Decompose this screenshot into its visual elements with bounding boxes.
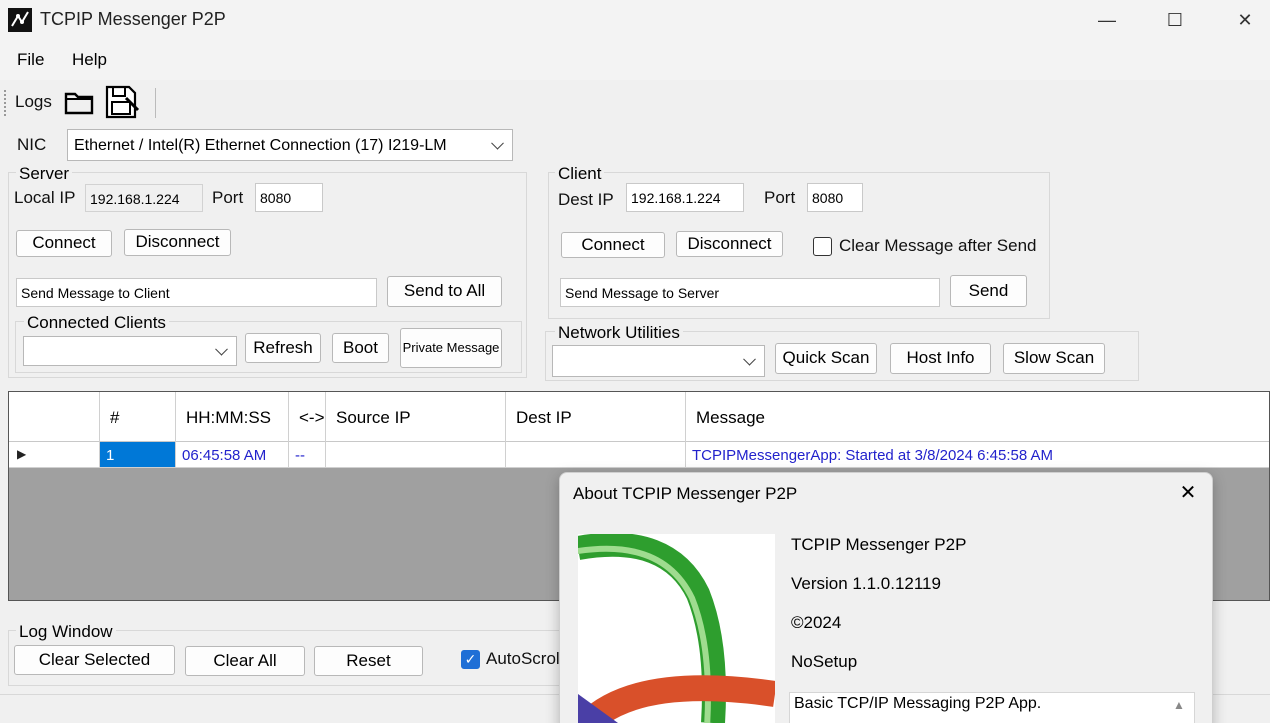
server-group-title: Server: [16, 164, 73, 184]
close-button[interactable]: ✕: [1210, 0, 1270, 40]
scroll-up-arrow-icon[interactable]: ▲: [1173, 698, 1185, 712]
slow-scan-button[interactable]: Slow Scan: [1003, 343, 1105, 374]
toolbar: [0, 82, 1270, 122]
column-header-message[interactable]: Message: [686, 392, 1269, 442]
autoscroll-label[interactable]: AutoScroll: [486, 649, 563, 669]
cell-direction[interactable]: --: [289, 442, 326, 468]
cell-dest-ip[interactable]: [506, 442, 686, 468]
menu-bar: [0, 40, 1270, 80]
save-log-icon[interactable]: [104, 84, 140, 120]
server-disconnect-button[interactable]: Disconnect: [124, 229, 231, 256]
client-port-label: Port: [764, 188, 796, 207]
log-window-title: Log Window: [16, 622, 116, 642]
column-header-row-selector[interactable]: [9, 392, 100, 442]
server-port-label: Port: [212, 188, 244, 207]
about-close-button[interactable]: ✕: [1172, 480, 1204, 508]
boot-button[interactable]: Boot: [332, 333, 389, 363]
server-connect-button[interactable]: Connect: [16, 230, 112, 257]
client-connect-button[interactable]: Connect: [561, 232, 665, 258]
dest-ip-label: Dest IP: [558, 190, 614, 209]
about-dialog-title: About TCPIP Messenger P2P: [573, 484, 798, 503]
open-folder-icon[interactable]: [63, 88, 95, 116]
connected-clients-select[interactable]: [23, 336, 237, 366]
host-info-button[interactable]: Host Info: [890, 343, 991, 374]
connected-clients-title: Connected Clients: [24, 313, 169, 333]
logs-label: Logs: [15, 92, 52, 111]
network-utilities-title: Network Utilities: [555, 323, 683, 343]
send-to-all-button[interactable]: Send to All: [387, 276, 502, 307]
private-message-button[interactable]: Private Message: [400, 328, 502, 368]
about-description[interactable]: Basic TCP/IP Messaging P2P App.: [789, 692, 1195, 723]
column-header-direction[interactable]: <->: [289, 392, 326, 442]
server-message-field[interactable]: Send Message to Client: [16, 278, 377, 307]
refresh-button[interactable]: Refresh: [245, 333, 321, 363]
window-title: TCPIP Messenger P2P: [40, 9, 226, 29]
server-port-field[interactable]: 8080: [255, 183, 323, 212]
client-group-title: Client: [555, 164, 605, 184]
table-row[interactable]: ▶ 1 06:45:58 AM -- TCPIPMessengerApp: St…: [9, 442, 1269, 468]
about-description-text: Basic TCP/IP Messaging P2P App.: [794, 695, 1042, 712]
nic-selected-value: Ethernet / Intel(R) Ethernet Connection …: [74, 137, 447, 154]
toolbar-grip[interactable]: [4, 90, 6, 116]
about-copyright: ©2024: [791, 613, 842, 632]
cell-source-ip[interactable]: [326, 442, 506, 468]
column-header-time[interactable]: HH:MM:SS: [176, 392, 289, 442]
menu-help[interactable]: Help: [72, 50, 107, 70]
client-port-field[interactable]: 8080: [807, 183, 863, 212]
clear-all-button[interactable]: Clear All: [185, 646, 305, 676]
about-logo: [578, 534, 775, 723]
reset-button[interactable]: Reset: [314, 646, 423, 676]
chevron-down-icon: [743, 352, 756, 366]
nic-select[interactable]: Ethernet / Intel(R) Ethernet Connection …: [67, 129, 513, 161]
client-message-field[interactable]: Send Message to Server: [560, 278, 940, 307]
app-icon: [8, 8, 32, 32]
send-button[interactable]: Send: [950, 275, 1027, 307]
autoscroll-checkbox[interactable]: ✓: [461, 650, 480, 669]
minimize-button[interactable]: —: [1072, 0, 1142, 40]
column-header-dest-ip[interactable]: Dest IP: [506, 392, 686, 442]
about-company: NoSetup: [791, 652, 858, 671]
column-header-number[interactable]: #: [100, 392, 176, 442]
column-header-source-ip[interactable]: Source IP: [326, 392, 506, 442]
dest-ip-field[interactable]: 192.168.1.224: [626, 183, 744, 212]
toolbar-separator: [155, 88, 156, 118]
cell-number[interactable]: 1: [100, 442, 176, 468]
cell-message[interactable]: TCPIPMessengerApp: Started at 3/8/2024 6…: [686, 442, 1269, 468]
local-ip-field[interactable]: 192.168.1.224: [85, 184, 203, 212]
about-product-name: TCPIP Messenger P2P: [791, 535, 967, 554]
quick-scan-button[interactable]: Quick Scan: [775, 343, 877, 374]
chevron-down-icon: [215, 342, 228, 356]
clear-after-send-label[interactable]: Clear Message after Send: [839, 236, 1037, 256]
cell-time[interactable]: 06:45:58 AM: [176, 442, 289, 468]
about-version: Version 1.1.0.12119: [791, 574, 941, 593]
grid-header: # HH:MM:SS <-> Source IP Dest IP Message: [9, 392, 1269, 442]
local-ip-label: Local IP: [14, 188, 76, 207]
client-disconnect-button[interactable]: Disconnect: [676, 231, 783, 257]
maximize-button[interactable]: ☐: [1140, 0, 1210, 40]
row-selector-arrow-icon[interactable]: ▶: [9, 442, 100, 468]
clear-after-send-checkbox[interactable]: [813, 237, 832, 256]
clear-selected-button[interactable]: Clear Selected: [14, 645, 175, 675]
nic-label: NIC: [17, 135, 47, 154]
chevron-down-icon: [491, 136, 504, 150]
menu-file[interactable]: File: [17, 50, 44, 70]
network-utilities-select[interactable]: [552, 345, 765, 377]
